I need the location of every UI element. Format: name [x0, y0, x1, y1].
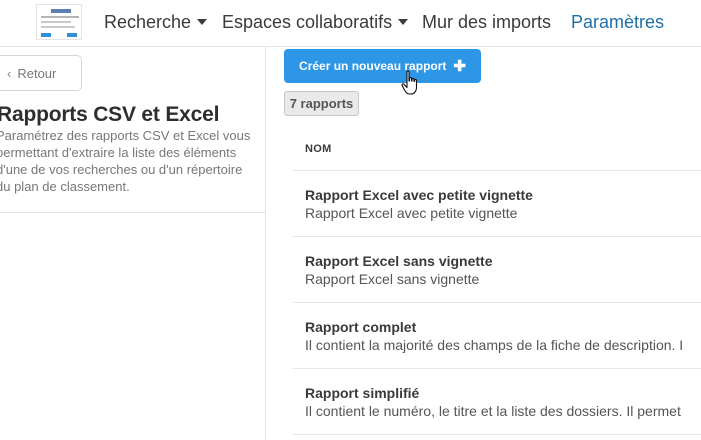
table-row[interactable]: Rapport Excel sans vignette Rapport Exce…	[293, 237, 701, 303]
report-description: Rapport Excel sans vignette	[305, 271, 480, 287]
logo[interactable]	[36, 4, 82, 40]
nav-espaces-collaboratifs[interactable]: Espaces collaboratifs	[222, 12, 409, 33]
nav-recherche[interactable]: Recherche	[104, 12, 208, 33]
create-report-label: Créer un nouveau rapport	[299, 59, 447, 73]
chevron-down-icon	[398, 19, 409, 25]
page-description: Paramétrez des rapports CSV et Excel vou…	[0, 128, 251, 194]
page-title: Rapports CSV et Excel	[0, 103, 220, 126]
back-button[interactable]: ‹ Retour	[0, 55, 82, 91]
chevron-down-icon	[197, 19, 208, 25]
table-row[interactable]: Rapport complet Il contient la majorité …	[293, 303, 701, 369]
nav-espaces-label: Espaces collaboratifs	[222, 12, 393, 32]
hand-cursor-icon	[401, 70, 418, 95]
report-description: Il contient le numéro, le titre et la li…	[305, 403, 681, 419]
nav-mur-des-imports[interactable]: Mur des imports	[422, 12, 551, 33]
report-description: Il contient la majorité des champs de la…	[305, 337, 684, 353]
back-button-label: Retour	[17, 65, 57, 81]
create-report-button[interactable]: Créer un nouveau rapport ✚	[284, 49, 481, 83]
column-header-nom[interactable]: NOM	[305, 143, 332, 155]
nav-parametres[interactable]: Paramètres	[571, 12, 664, 33]
report-count-badge: 7 rapports	[284, 91, 359, 116]
sidebar-divider	[0, 212, 266, 213]
table-row[interactable]: Rapport simplifié Il contient le numéro,…	[293, 369, 701, 435]
top-navbar: Recherche Espaces collaboratifs Mur des …	[0, 0, 701, 47]
report-title: Rapport complet	[305, 319, 417, 335]
sidebar-panel: ‹ Retour Rapports CSV et Excel Paramétre…	[0, 47, 266, 440]
report-title: Rapport Excel sans vignette	[305, 253, 493, 269]
plus-icon: ✚	[453, 58, 466, 75]
nav-recherche-label: Recherche	[104, 12, 192, 32]
nav-parametres-label: Paramètres	[571, 12, 665, 32]
report-title: Rapport simplifié	[305, 385, 420, 401]
report-description: Rapport Excel avec petite vignette	[305, 205, 518, 221]
nav-mur-label: Mur des imports	[422, 12, 552, 32]
table-row[interactable]: Rapport Excel avec petite vignette Rappo…	[293, 171, 701, 237]
report-title: Rapport Excel avec petite vignette	[305, 187, 533, 203]
chevron-left-icon: ‹	[7, 65, 12, 81]
